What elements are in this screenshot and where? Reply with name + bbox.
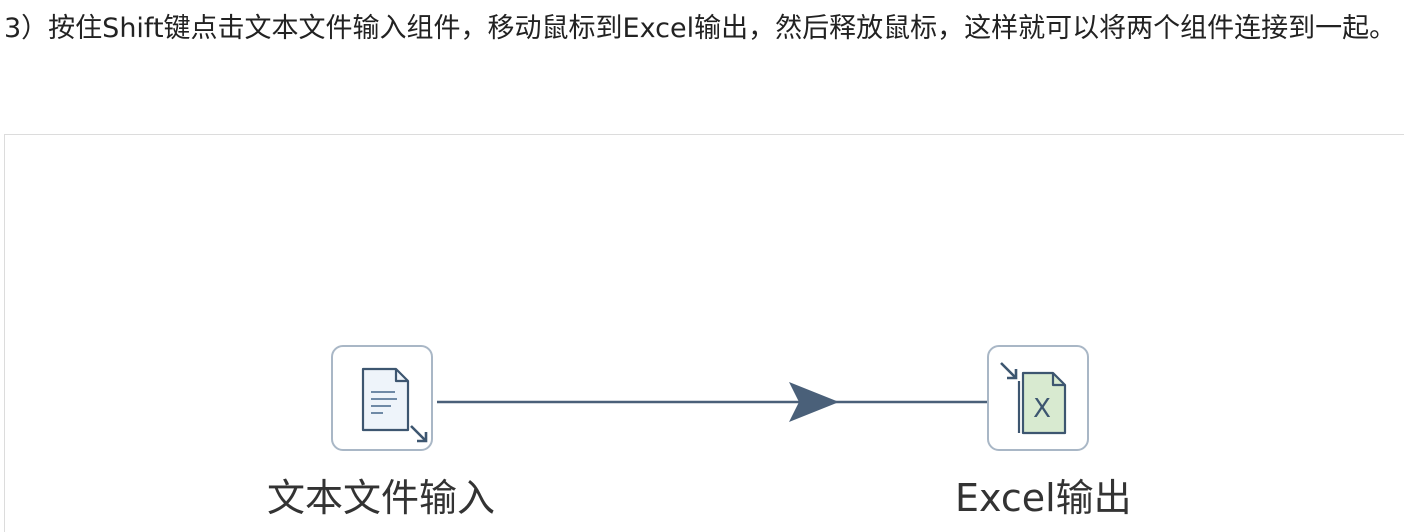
- text-file-input-node[interactable]: [331, 345, 433, 451]
- excel-output-node[interactable]: X: [987, 345, 1089, 451]
- workflow-canvas[interactable]: 文本文件输入 X Excel输出: [4, 134, 1404, 532]
- instruction-text: 3）按住Shift键点击文本文件输入组件，移动鼠标到Excel输出，然后释放鼠标…: [4, 13, 1397, 44]
- connector-layer: [437, 382, 987, 422]
- excel-glyph: X: [1033, 394, 1051, 424]
- excel-output-label: Excel输出: [955, 476, 1132, 520]
- excel-output-icon: X: [1000, 362, 1067, 435]
- text-file-input-label: 文本文件输入: [267, 476, 496, 520]
- tutorial-page: 3）按住Shift键点击文本文件输入组件，移动鼠标到Excel输出，然后释放鼠标…: [0, 0, 1404, 532]
- text-file-input-icon: [361, 367, 428, 443]
